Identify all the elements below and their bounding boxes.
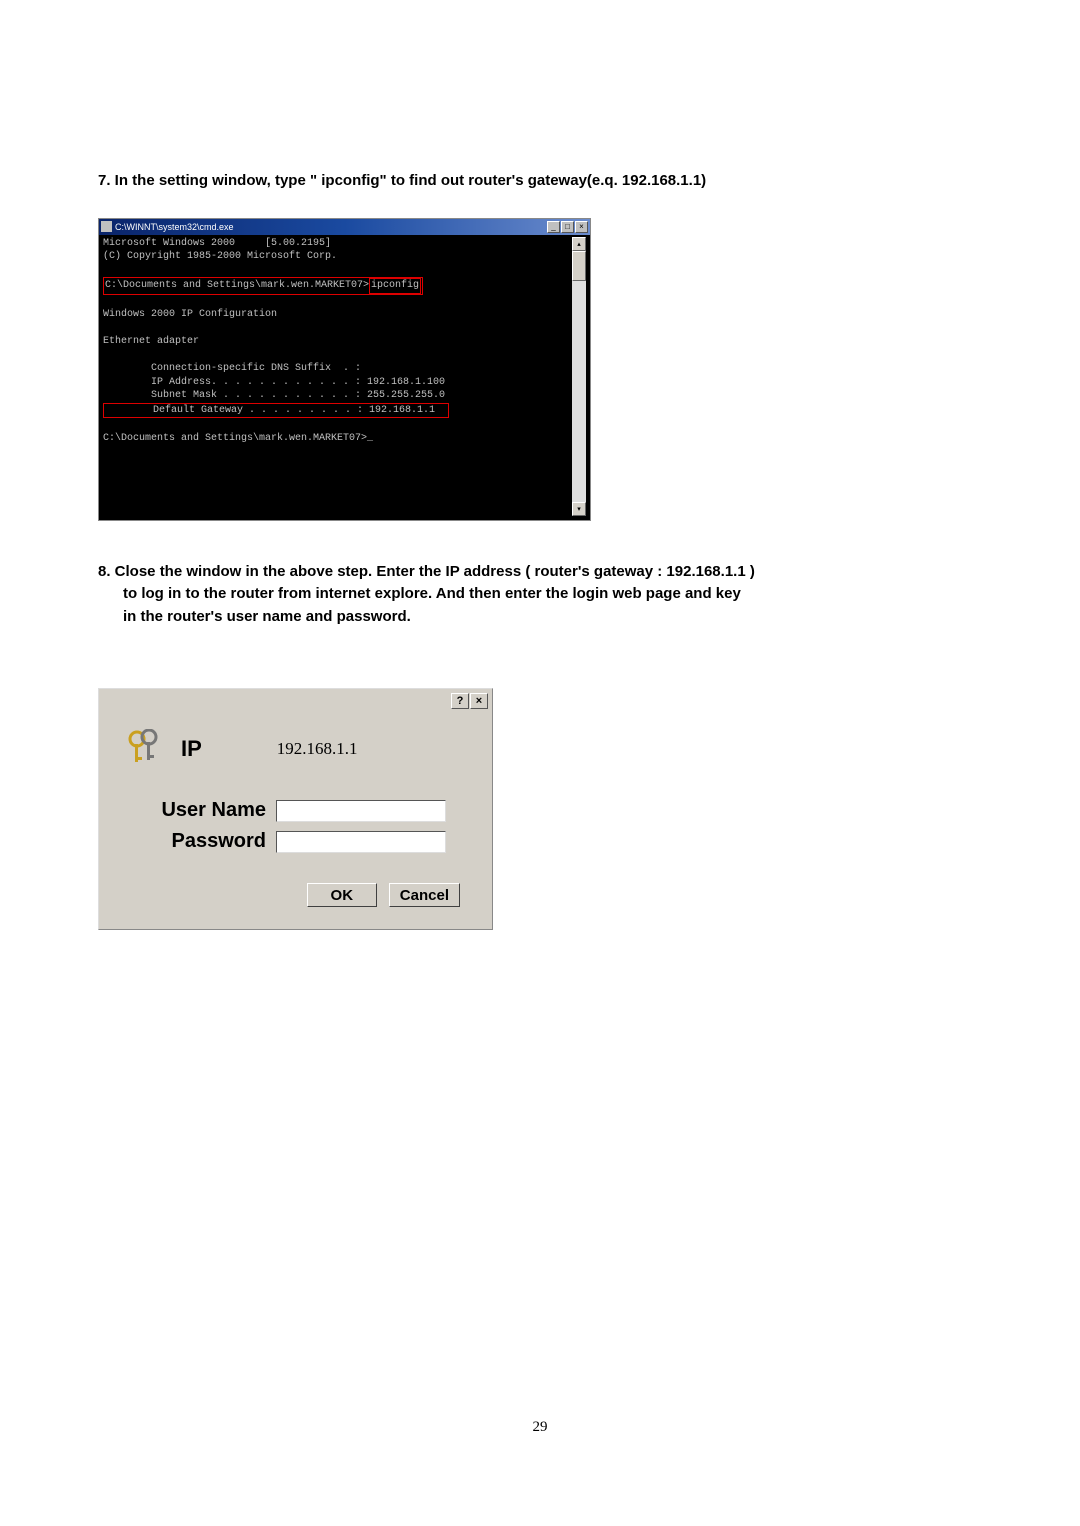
cmd-window: C:\WINNT\system32\cmd.exe _ □ × Microsof… bbox=[98, 218, 591, 521]
login-titlebar: ? × bbox=[101, 691, 490, 711]
cmd-prompt: C:\Documents and Settings\mark.wen.MARKE… bbox=[103, 433, 373, 444]
cmd-output: Microsoft Windows 2000 [5.00.2195] (C) C… bbox=[103, 237, 572, 516]
cmd-line: (C) Copyright 1985-2000 Microsoft Corp. bbox=[103, 251, 337, 262]
step-8-text: 8. Close the window in the above step. E… bbox=[98, 561, 982, 629]
cmd-line: Connection-specific DNS Suffix . : bbox=[103, 363, 361, 374]
scroll-down-button[interactable]: ▾ bbox=[572, 502, 586, 516]
ok-button[interactable]: OK bbox=[307, 883, 377, 907]
cmd-body: Microsoft Windows 2000 [5.00.2195] (C) C… bbox=[99, 235, 590, 520]
scroll-thumb[interactable] bbox=[572, 251, 586, 281]
cmd-highlighted-line: C:\Documents and Settings\mark.wen.MARKE… bbox=[103, 277, 423, 295]
scroll-up-button[interactable]: ▴ bbox=[572, 237, 586, 251]
cmd-title-text: C:\WINNT\system32\cmd.exe bbox=[115, 222, 234, 232]
password-row: Password bbox=[121, 830, 470, 853]
cmd-prompt: C:\Documents and Settings\mark.wen.MARKE… bbox=[105, 280, 369, 291]
close-button[interactable]: × bbox=[575, 221, 588, 233]
login-buttons: OK Cancel bbox=[121, 883, 470, 907]
cmd-line: Microsoft Windows 2000 [5.00.2195] bbox=[103, 238, 331, 249]
cmd-titlebar: C:\WINNT\system32\cmd.exe _ □ × bbox=[99, 219, 590, 235]
help-button[interactable]: ? bbox=[451, 693, 469, 709]
cmd-line: Subnet Mask . . . . . . . . . . . : 255.… bbox=[103, 390, 445, 401]
cmd-window-controls: _ □ × bbox=[547, 221, 588, 233]
login-body: IP 192.168.1.1 User Name Password OK Can… bbox=[101, 711, 490, 927]
password-input[interactable] bbox=[276, 831, 446, 853]
maximize-button[interactable]: □ bbox=[561, 221, 574, 233]
cmd-icon bbox=[101, 221, 112, 232]
cmd-line: Ethernet adapter bbox=[103, 336, 199, 347]
username-row: User Name bbox=[121, 799, 470, 822]
ip-label: IP bbox=[181, 736, 202, 762]
default-gateway-line: Default Gateway . . . . . . . . . : 192.… bbox=[103, 403, 449, 419]
step-8-line3: in the router's user name and password. bbox=[98, 606, 982, 629]
ipconfig-command: ipconfig bbox=[369, 278, 421, 294]
cmd-title: C:\WINNT\system32\cmd.exe bbox=[101, 221, 234, 232]
step-8-line2: to log in to the router from internet ex… bbox=[98, 583, 982, 606]
login-dialog: ? × IP 192.168.1.1 User Name Passwor bbox=[98, 688, 493, 930]
cmd-scrollbar[interactable]: ▴ ▾ bbox=[572, 237, 586, 516]
cmd-line: Windows 2000 IP Configuration bbox=[103, 309, 277, 320]
minimize-button[interactable]: _ bbox=[547, 221, 560, 233]
cmd-line: IP Address. . . . . . . . . . . . : 192.… bbox=[103, 377, 445, 388]
username-label: User Name bbox=[121, 799, 276, 822]
username-input[interactable] bbox=[276, 800, 446, 822]
page-number: 29 bbox=[0, 1419, 1080, 1436]
close-button[interactable]: × bbox=[470, 693, 488, 709]
login-header: IP 192.168.1.1 bbox=[121, 729, 470, 769]
keys-icon bbox=[127, 729, 163, 769]
password-label: Password bbox=[121, 830, 276, 853]
step-8-line1: 8. Close the window in the above step. E… bbox=[98, 561, 982, 584]
scroll-track[interactable] bbox=[572, 251, 586, 502]
ip-value: 192.168.1.1 bbox=[277, 739, 358, 759]
cancel-button[interactable]: Cancel bbox=[389, 883, 460, 907]
step-7-text: 7. In the setting window, type " ipconfi… bbox=[98, 170, 982, 193]
